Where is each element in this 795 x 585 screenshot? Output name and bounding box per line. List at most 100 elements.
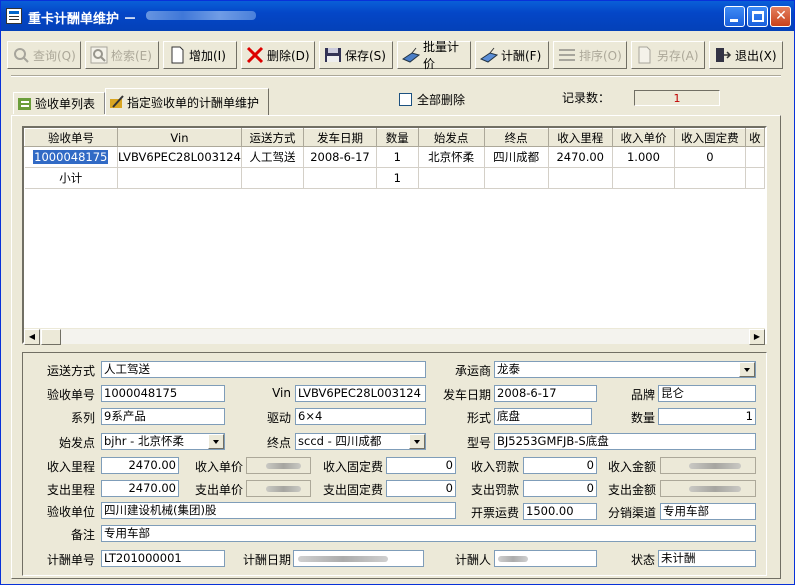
table-cell[interactable]	[117, 167, 242, 189]
scroll-right-button[interactable]: ▶	[749, 329, 765, 345]
status-field[interactable]: 未计酬	[658, 550, 756, 567]
tab-receipt-list[interactable]: 验收单列表	[13, 92, 105, 114]
minimize-button[interactable]	[724, 6, 745, 27]
expense-fixed-fee-field[interactable]: 0	[386, 480, 456, 497]
column-header[interactable]: 终点	[483, 128, 549, 147]
model-field[interactable]: BJ5253GMFJB-S底盘	[494, 433, 756, 450]
origin-select[interactable]: bjhr - 北京怀柔	[101, 433, 225, 450]
table-cell[interactable]	[484, 167, 549, 189]
table-cell[interactable]: 2008-6-17	[303, 146, 377, 168]
chevron-down-icon[interactable]	[208, 434, 224, 449]
form-type-field[interactable]: 底盘	[494, 408, 592, 425]
scroll-thumb[interactable]	[41, 329, 61, 345]
income-amount-field[interactable]	[660, 457, 756, 474]
column-header[interactable]: 收入单价	[611, 128, 676, 147]
column-header[interactable]: 发车日期	[303, 128, 377, 147]
table-cell[interactable]	[241, 167, 305, 189]
receipt-no-field[interactable]: 1000048175	[101, 385, 225, 402]
horizontal-scrollbar[interactable]: ◀ ▶	[24, 328, 765, 345]
table-cell[interactable]: 1.000	[612, 146, 676, 168]
delete-button[interactable]: 删除(D)	[241, 41, 315, 69]
pay-date-field[interactable]	[293, 550, 424, 567]
income-fixed-fee-field[interactable]: 0	[386, 457, 456, 474]
depart-date-field[interactable]: 2008-6-17	[494, 385, 597, 402]
delete-all-checkbox[interactable]: 全部删除	[399, 91, 465, 108]
exit-button[interactable]: 退出(X)	[709, 41, 783, 69]
income-unit-price-label: 收入单价	[194, 460, 243, 474]
expense-amount-field[interactable]	[660, 480, 756, 497]
expense-mileage-label: 支出里程	[46, 483, 95, 497]
add-button[interactable]: 增加(I)	[163, 41, 237, 69]
maximize-button[interactable]	[747, 6, 768, 27]
table-cell[interactable]: 小计	[24, 167, 119, 189]
sort-button[interactable]: 排序(O)	[553, 41, 627, 69]
title-bar[interactable]: 重卡计酬单维护 － ✕	[1, 1, 794, 31]
column-header[interactable]: 验收单号	[24, 128, 119, 147]
table-cell[interactable]: 1	[376, 167, 419, 189]
chevron-down-icon[interactable]	[739, 362, 755, 377]
invoice-fee-field[interactable]: 1500.00	[523, 503, 597, 520]
remark-field[interactable]: 专用车部	[101, 525, 756, 542]
column-header[interactable]: 收入里程	[547, 128, 613, 147]
series-field[interactable]: 9系产品	[101, 408, 225, 425]
app-icon[interactable]	[6, 8, 22, 24]
column-header[interactable]: Vin	[117, 128, 242, 147]
batch-price-button[interactable]: 批量计价	[397, 40, 471, 71]
column-header[interactable]: 收	[744, 128, 765, 147]
drive-field[interactable]: 6×4	[295, 408, 426, 425]
table-cell[interactable]	[612, 167, 676, 189]
expense-penalty-field[interactable]: 0	[523, 480, 597, 497]
table-cell[interactable]	[674, 167, 746, 189]
column-header[interactable]: 运送方式	[240, 128, 305, 147]
tab-pay-maintenance[interactable]: 指定验收单的计酬单维护	[105, 88, 269, 115]
vin-field[interactable]: LVBV6PEC28L003124	[295, 385, 426, 402]
find-button[interactable]: 检索(E)	[85, 41, 159, 69]
income-mileage-field[interactable]: 2470.00	[101, 457, 179, 474]
table-cell[interactable]	[745, 146, 765, 168]
table-cell[interactable]: 人工驾送	[241, 146, 305, 168]
income-unit-price-field[interactable]	[246, 457, 311, 474]
pay-no-field[interactable]: LT201000001	[101, 550, 225, 567]
payer-field[interactable]	[494, 550, 597, 567]
table-cell[interactable]	[548, 167, 613, 189]
table-row-subtotal[interactable]: 小计 1	[24, 167, 765, 189]
toolbar: 查询(Q) 检索(E) 增加(I) 删除(D) 保存(S) 批量计价 计酬(F)	[7, 40, 787, 71]
save-button[interactable]: 保存(S)	[319, 41, 393, 69]
redacted-value	[265, 463, 301, 469]
scroll-left-button[interactable]: ◀	[24, 329, 40, 345]
title-blurred-text	[146, 11, 256, 20]
table-cell[interactable]: LVBV6PEC28L003124	[117, 146, 242, 168]
query-button[interactable]: 查询(Q)	[7, 41, 81, 69]
table-cell[interactable]: 北京怀柔	[418, 146, 485, 168]
transport-mode-field[interactable]: 人工驾送	[101, 361, 426, 378]
pay-date-label: 计酬日期	[242, 553, 291, 567]
table-cell[interactable]	[418, 167, 485, 189]
income-penalty-field[interactable]: 0	[523, 457, 597, 474]
column-header[interactable]: 始发点	[417, 128, 485, 147]
destination-select[interactable]: sccd - 四川成都	[295, 433, 426, 450]
table-cell[interactable]: 2470.00	[548, 146, 613, 168]
chevron-down-icon[interactable]	[409, 434, 425, 449]
column-header[interactable]: 收入固定费	[674, 128, 746, 147]
expense-mileage-field[interactable]: 2470.00	[101, 480, 179, 497]
carrier-select[interactable]: 龙泰	[494, 361, 756, 378]
brand-field[interactable]: 昆仑	[658, 385, 756, 402]
table-cell[interactable]: 四川成都	[484, 146, 549, 168]
table-cell[interactable]: 1000048175	[24, 146, 119, 168]
checkbox-box[interactable]	[399, 93, 412, 106]
table-cell[interactable]: 0	[674, 146, 746, 168]
table-row[interactable]: 1000048175 LVBV6PEC28L003124 人工驾送 2008-6…	[24, 146, 765, 168]
table-cell[interactable]	[745, 167, 765, 189]
save-as-button[interactable]: 另存(A)	[631, 41, 705, 69]
close-button[interactable]: ✕	[770, 6, 791, 27]
expense-unit-price-field[interactable]	[246, 480, 311, 497]
table-cell[interactable]	[303, 167, 377, 189]
destination-label: 终点	[266, 436, 291, 450]
receipt-unit-field[interactable]: 四川建设机械(集团)股	[101, 502, 456, 519]
channel-field[interactable]: 专用车部	[660, 503, 756, 520]
compute-button[interactable]: 计酬(F)	[475, 41, 549, 69]
column-header[interactable]: 数量	[375, 128, 419, 147]
records-grid[interactable]: 验收单号 Vin 运送方式 发车日期 数量 始发点 终点 收入里程 收入单价 收…	[22, 126, 767, 344]
table-cell[interactable]: 1	[376, 146, 419, 168]
quantity-field[interactable]: 1	[658, 408, 756, 425]
